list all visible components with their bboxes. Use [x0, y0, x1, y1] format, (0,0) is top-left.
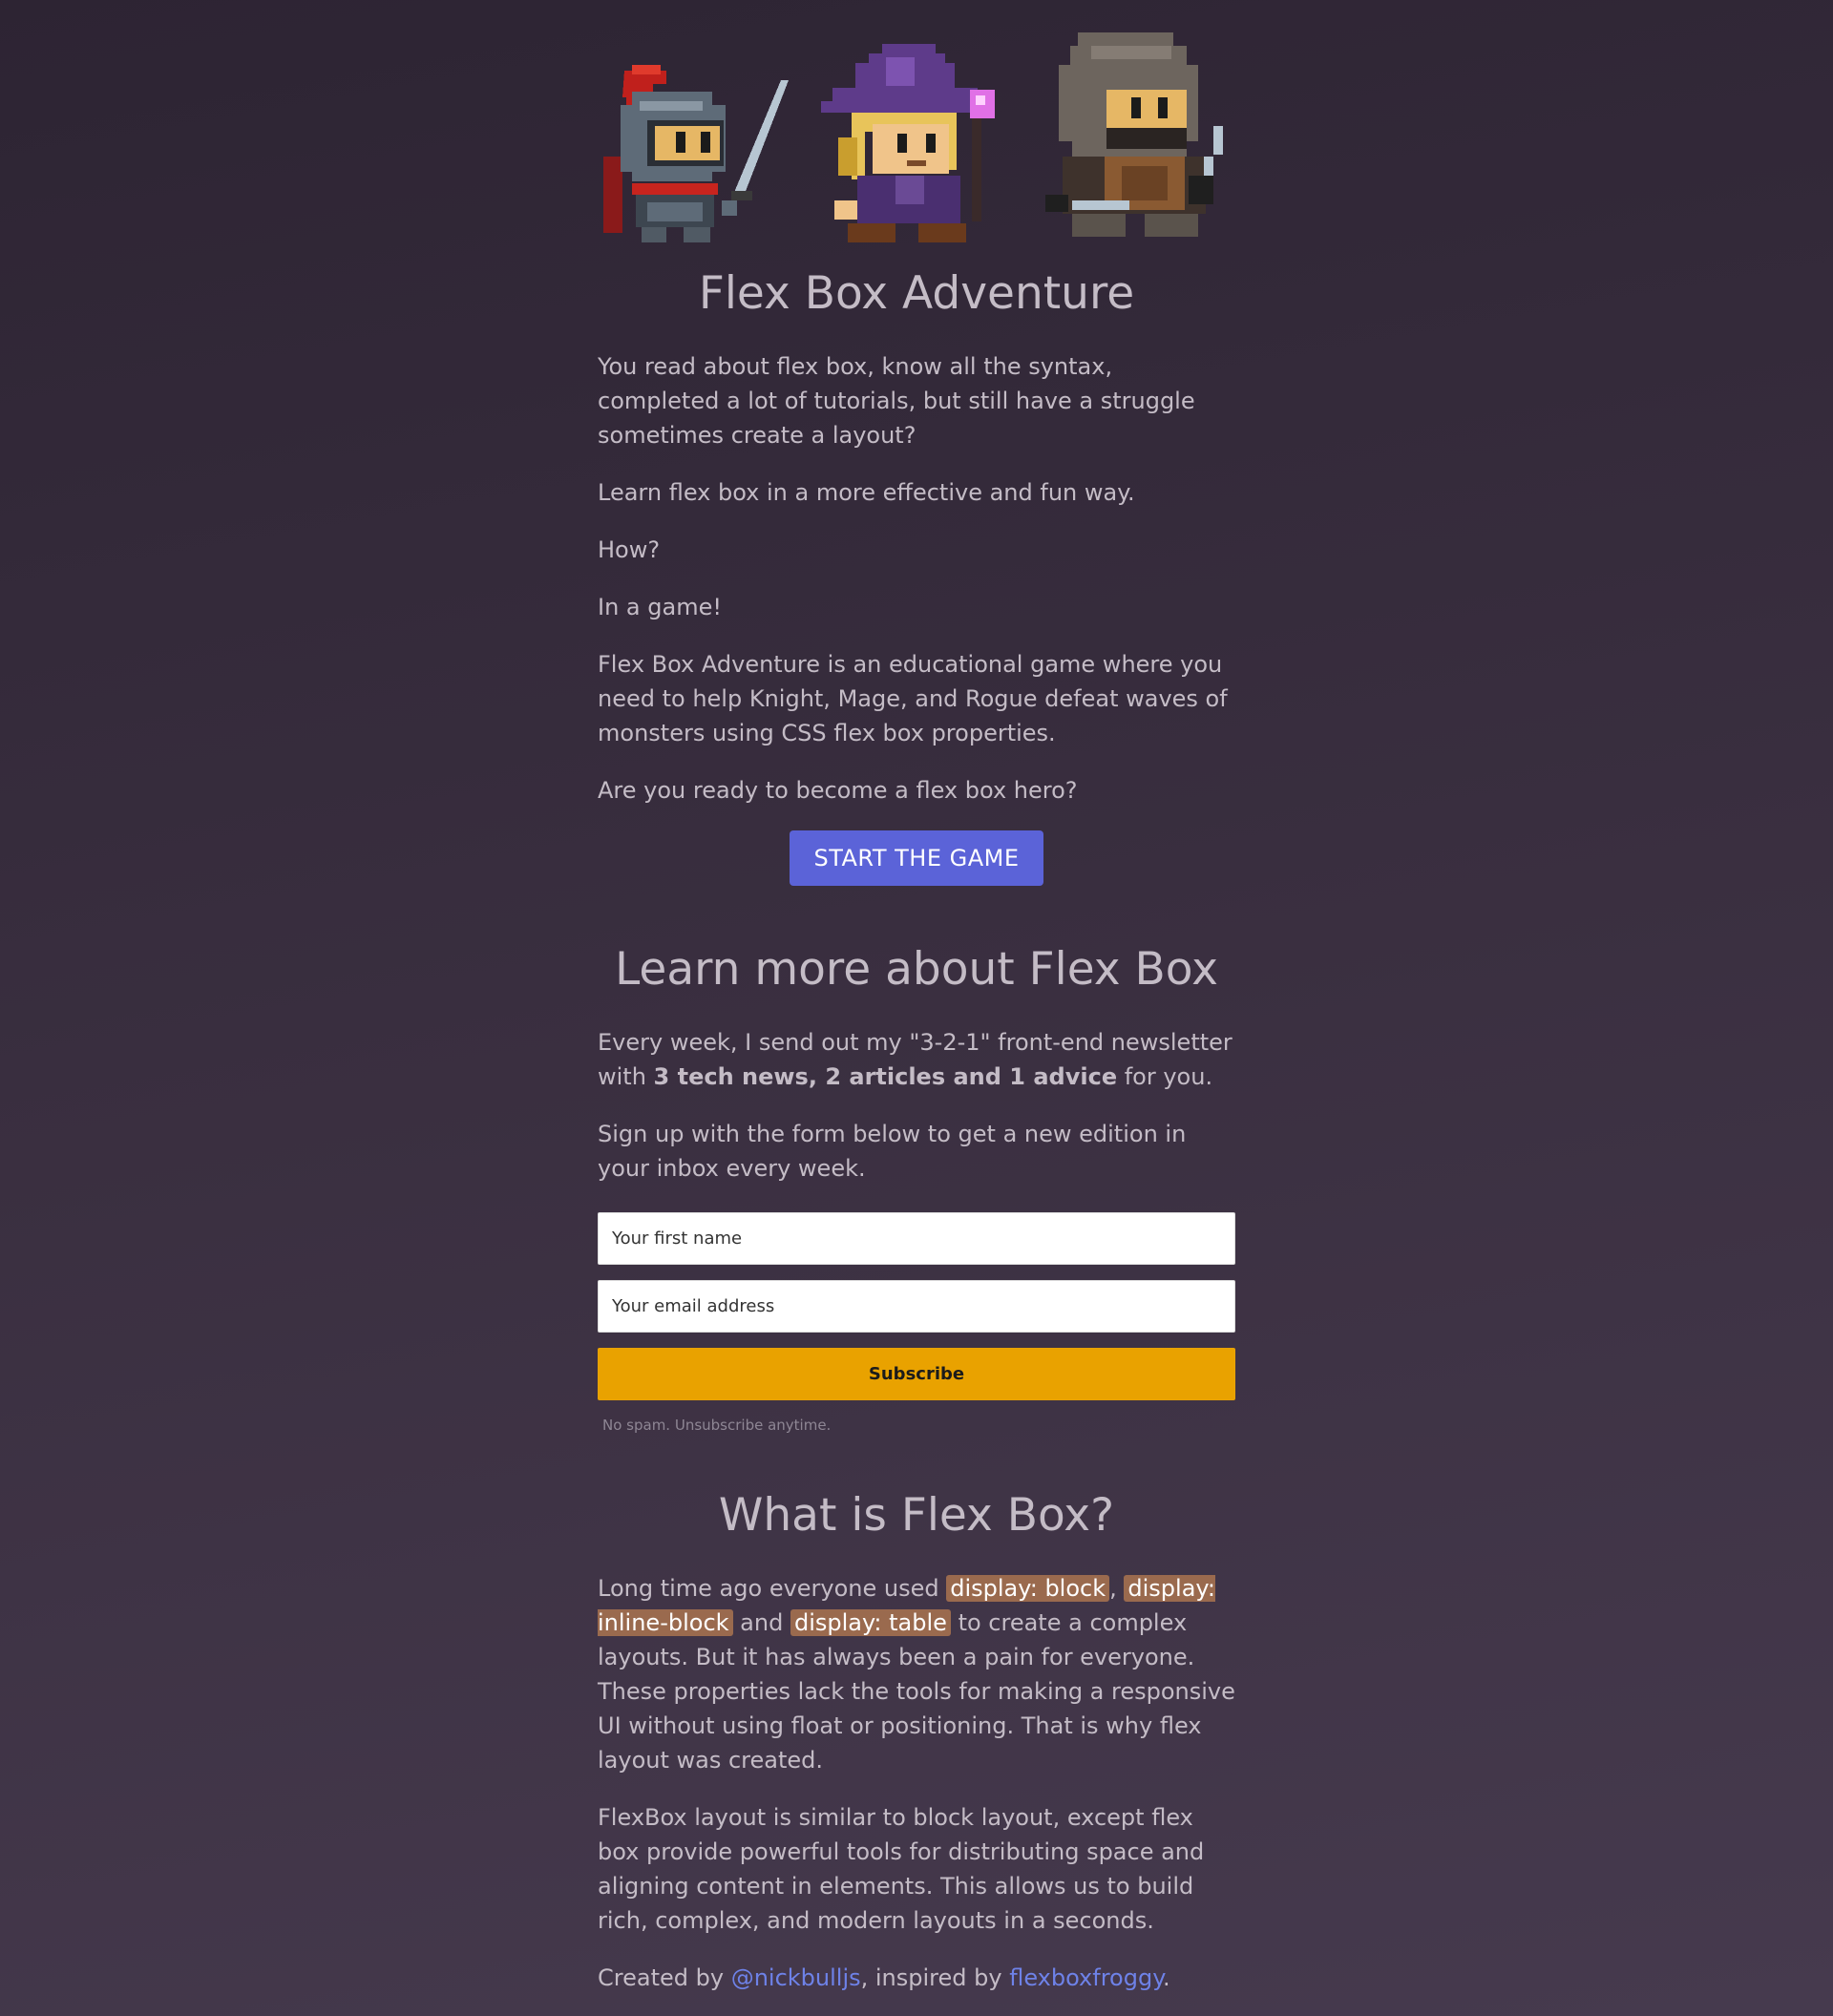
no-spam-note: No spam. Unsubscribe anytime. [602, 1417, 832, 1434]
code-snippet: display: table [790, 1609, 951, 1636]
intro-paragraph: Flex Box Adventure is an educational gam… [598, 651, 1228, 746]
page-content: Flex Box Adventure You read about flex b… [598, 0, 1235, 1995]
credit-text: . [1162, 1964, 1170, 1991]
intro-paragraph: How? [598, 536, 661, 563]
newsletter-title: Learn more about Flex Box [615, 943, 1218, 996]
what-is-flexbox-title: What is Flex Box? [718, 1489, 1115, 1542]
intro-paragraph: In a game! [598, 594, 722, 620]
what-paragraph: FlexBox layout is similar to block layou… [598, 1804, 1205, 1934]
start-game-button[interactable]: START THE GAME [790, 830, 1043, 886]
newsletter-paragraph: Sign up with the form below to get a new… [598, 1121, 1187, 1182]
inspiration-link[interactable]: flexboxfroggy [1009, 1964, 1163, 1991]
page-title: Flex Box Adventure [698, 267, 1135, 320]
heroes-banner [598, 13, 1235, 244]
what-paragraph: Long time ago everyone used display: blo… [598, 1571, 1235, 1777]
knight-icon [598, 13, 793, 244]
what-text: Long time ago everyone used [598, 1575, 947, 1602]
credit-text: , inspired by [860, 1964, 1010, 1991]
credit-text: Created by [598, 1964, 731, 1991]
author-link[interactable]: @nickbulljs [731, 1964, 861, 1991]
mage-icon [819, 13, 1015, 244]
credits: Created by @nickbulljs, inspired by flex… [598, 1961, 1235, 1995]
intro-paragraph: Are you ready to become a flex box hero? [598, 777, 1078, 804]
what-text: and [732, 1609, 790, 1636]
newsletter-highlight: 3 tech news, 2 articles and 1 advice [653, 1063, 1118, 1090]
first-name-field[interactable] [598, 1212, 1235, 1265]
intro-paragraph: Learn flex box in a more effective and f… [598, 479, 1135, 506]
subscribe-button[interactable]: Subscribe [598, 1348, 1235, 1400]
code-snippet: display: block [946, 1575, 1110, 1602]
what-text: , [1109, 1575, 1125, 1602]
start-wrapper: START THE GAME [598, 830, 1235, 886]
newsletter-text: for you. [1117, 1063, 1213, 1090]
rogue-icon [1040, 13, 1235, 244]
email-field[interactable] [598, 1280, 1235, 1333]
newsletter-paragraph: Every week, I send out my "3-2-1" front-… [598, 1025, 1235, 1094]
intro-paragraph: You read about flex box, know all the sy… [598, 353, 1195, 449]
